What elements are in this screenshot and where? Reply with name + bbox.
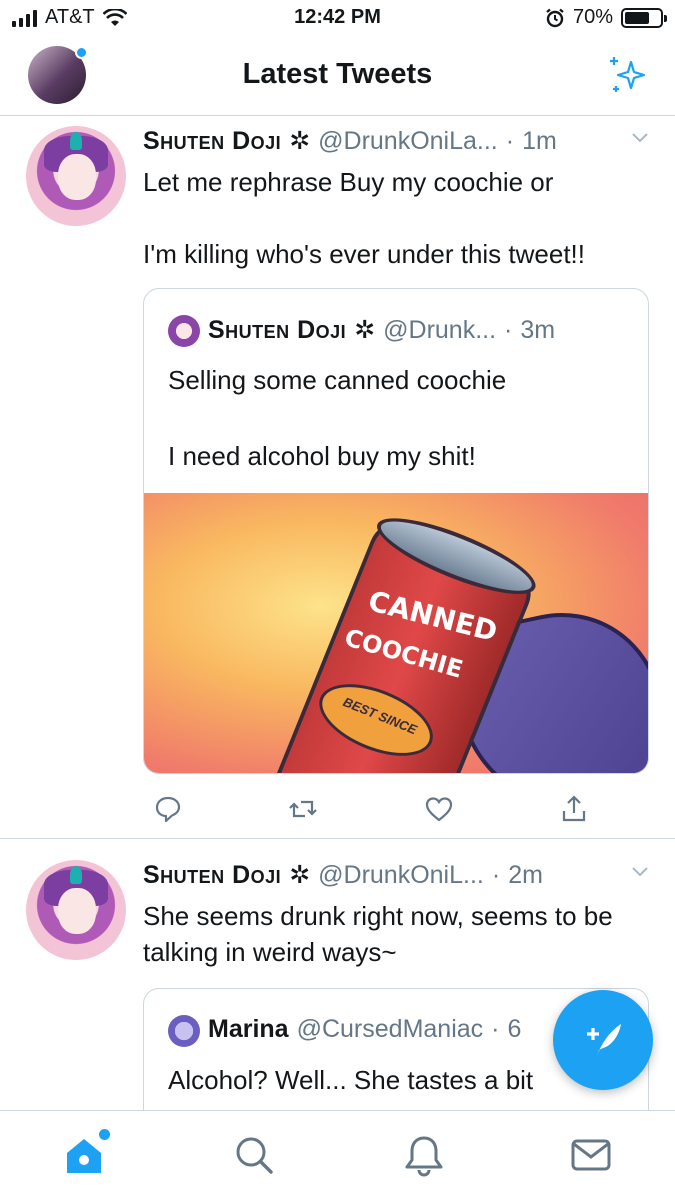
battery-percent: 70% [572, 6, 613, 28]
can-badge-text: BEST SINCE [341, 694, 419, 738]
tweet-avatar[interactable] [26, 860, 126, 960]
author-name[interactable]: Shuten Doji [143, 861, 281, 890]
quote-separator-dot: · [491, 1015, 500, 1043]
tweet-time: 1m [522, 127, 557, 155]
tweet-header: Shuten Doji ✲ @DrunkOniLa... · 1m [143, 126, 649, 160]
author-handle[interactable]: @DrunkOniL... [318, 861, 484, 890]
retweet-icon[interactable] [288, 794, 318, 824]
quote-avatar [168, 1015, 200, 1047]
tweet-divider [0, 838, 675, 839]
quote-author-name: Shuten Doji [208, 316, 347, 344]
quote-avatar [168, 315, 200, 347]
sparkle-icon[interactable] [605, 54, 649, 98]
battery-icon [621, 7, 667, 28]
quote-separator-dot: · [504, 316, 513, 344]
like-icon[interactable] [424, 794, 454, 824]
reply-icon[interactable] [153, 794, 183, 824]
tweet-body: Shuten Doji ✲ @DrunkOniLa... · 1m Let me… [143, 126, 649, 824]
status-bar: AT&T 12:42 PM 70% [0, 0, 675, 36]
quote-author-handle: @Drunk... [383, 316, 497, 344]
author-handle[interactable]: @DrunkOniLa... [318, 127, 498, 156]
quote-text: Selling some canned coochie I need alcoh… [168, 365, 507, 471]
tab-notifications[interactable] [402, 1133, 446, 1177]
tweet-avatar[interactable] [26, 126, 126, 226]
tweet-text: Let me rephrase Buy my coochie or I'm ki… [143, 167, 585, 269]
page-title: Latest Tweets [242, 58, 433, 90]
quote-media-image[interactable]: CANNED COOCHIE BEST SINCE [144, 493, 648, 773]
quoted-tweet[interactable]: Shuten Doji ✲ @Drunk... · 3m Selling som… [143, 288, 649, 774]
top-header: Latest Tweets [0, 36, 675, 116]
tweet-header: Shuten Doji ✲ @DrunkOniL... · 2m [143, 860, 649, 894]
quote-time: 6 [507, 1015, 522, 1043]
alarm-icon [546, 8, 564, 27]
separator-dot: · [505, 127, 515, 155]
tweet-actions [143, 794, 649, 824]
quote-author-handle: @CursedManiac [296, 1015, 484, 1043]
mail-icon [571, 1139, 611, 1171]
status-right: 70% [545, 6, 667, 29]
bottom-tab-bar [0, 1110, 675, 1200]
home-icon [67, 1139, 101, 1173]
author-badge: ✲ [289, 127, 311, 155]
quote-time: 3m [520, 316, 556, 344]
search-icon [236, 1137, 273, 1174]
can-badge: BEST SINCE [309, 669, 443, 771]
chevron-down-icon[interactable] [631, 132, 649, 144]
bell-icon [405, 1136, 443, 1177]
quote-author-badge: ✲ [354, 316, 376, 344]
author-name[interactable]: Shuten Doji [143, 127, 281, 156]
tweet-time: 2m [508, 861, 543, 889]
quote-author-name: Marina [208, 1015, 289, 1043]
chevron-down-icon[interactable] [631, 866, 649, 878]
tweet-text: She seems drunk right now, seems to be t… [143, 901, 613, 967]
compose-tweet-button[interactable] [553, 990, 653, 1090]
share-icon[interactable] [559, 794, 589, 824]
compose-feather-icon [587, 1024, 621, 1056]
home-notification-dot [99, 1129, 110, 1140]
tab-search[interactable] [232, 1133, 276, 1177]
quote-header: Shuten Doji ✲ @Drunk... · 3m [144, 289, 648, 347]
author-badge: ✲ [289, 861, 311, 889]
tab-home[interactable] [62, 1129, 110, 1177]
tab-messages[interactable] [569, 1133, 613, 1177]
separator-dot: · [491, 861, 501, 889]
